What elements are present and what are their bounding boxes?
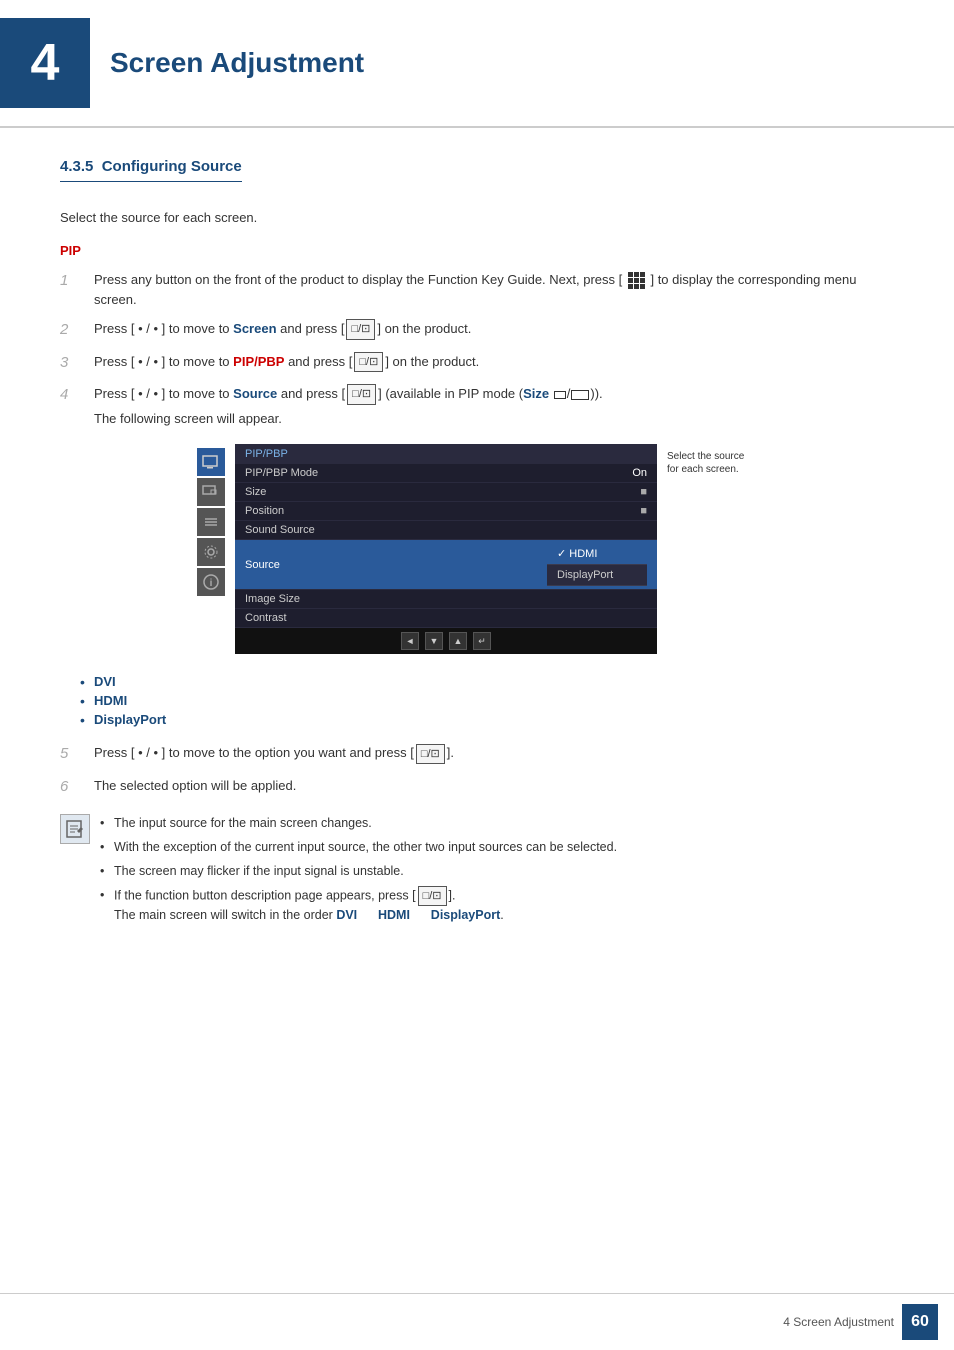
note-enter-icon: □/⊡ [418, 886, 447, 907]
nav-up: ▲ [449, 632, 467, 650]
step6-text: The selected option will be applied. [94, 776, 894, 796]
main-content: 4.3.5 Configuring Source Select the sour… [0, 128, 954, 990]
steps-list: 1 Press any button on the front of the p… [60, 270, 894, 428]
menu-bottom-bar: ◄ ▼ ▲ ↵ [235, 628, 657, 654]
step-2: 2 Press [ • / • ] to move to Screen and … [60, 319, 894, 342]
chapter-title: Screen Adjustment [110, 47, 364, 79]
note-icon [60, 814, 90, 844]
size-large-icon [571, 390, 589, 400]
nav-down: ▼ [425, 632, 443, 650]
enter-icon-4: □/⊡ [416, 744, 445, 765]
section-heading: 4.3.5 Configuring Source [60, 158, 242, 182]
menu-row-pipmode: PIP/PBP Mode On [235, 464, 657, 483]
menu-row-contrast: Contrast [235, 609, 657, 628]
menu-row-source: Source ✓ HDMI DisplayPort [235, 540, 657, 590]
pip-heading: PIP [60, 243, 894, 258]
step-5: 5 Press [ • / • ] to move to the option … [60, 743, 894, 766]
note-1: The input source for the main screen cha… [100, 814, 617, 833]
enter-icon: □/⊡ [346, 319, 375, 340]
menu-icon-lines [197, 508, 225, 536]
note-4: If the function button description page … [100, 886, 617, 925]
step-1: 1 Press any button on the front of the p… [60, 270, 894, 309]
chapter-number: 4 [0, 18, 90, 108]
option-hdmi: HDMI [80, 693, 894, 708]
svg-text:i: i [210, 578, 213, 589]
submenu-displayport: DisplayPort [547, 565, 647, 586]
menu-row-position: Position ■ [235, 502, 657, 521]
step-3: 3 Press [ • / • ] to move to PIP/PBP and… [60, 352, 894, 375]
menu-icon-monitor [197, 448, 225, 476]
step4-sub: The following screen will appear. [94, 409, 282, 429]
menu-row-sound: Sound Source [235, 521, 657, 540]
section-intro: Select the source for each screen. [60, 210, 894, 225]
note-bullets: The input source for the main screen cha… [100, 814, 617, 930]
menu-icon-pip [197, 478, 225, 506]
step-4: 4 Press [ • / • ] to move to Source and … [60, 384, 894, 428]
menu-icons-column: i [197, 448, 225, 596]
menu-row-size: Size ■ [235, 483, 657, 502]
note-3: The screen may flicker if the input sign… [100, 862, 617, 881]
enter-icon-3: □/⊡ [347, 384, 376, 405]
grid-icon [628, 272, 645, 289]
menu-callout: Select the source for each screen. [667, 450, 757, 476]
nav-enter: ↵ [473, 632, 491, 650]
menu-panel-header: PIP/PBP [235, 444, 657, 464]
chapter-header: 4 Screen Adjustment [0, 0, 954, 128]
note-section: The input source for the main screen cha… [60, 814, 894, 930]
menu-icon-info: i [197, 568, 225, 596]
submenu-hdmi: ✓ HDMI [547, 543, 647, 565]
bullet-options: DVI HDMI DisplayPort [80, 674, 894, 727]
menu-panel: PIP/PBP PIP/PBP Mode On Size ■ Position … [235, 444, 657, 654]
enter-icon-2: □/⊡ [354, 352, 383, 373]
menu-row-imagesize: Image Size [235, 590, 657, 609]
footer-chapter-text: 4 Screen Adjustment [783, 1315, 894, 1329]
footer-page-number: 60 [902, 1304, 938, 1340]
steps-list-2: 5 Press [ • / • ] to move to the option … [60, 743, 894, 798]
step-6: 6 The selected option will be applied. [60, 776, 894, 799]
nav-left: ◄ [401, 632, 419, 650]
source-submenu: ✓ HDMI DisplayPort [547, 543, 647, 586]
menu-screenshot: i PIP/PBP PIP/PBP Mode On Size ■ Positio… [197, 444, 757, 654]
footer: 4 Screen Adjustment 60 [0, 1293, 954, 1350]
note-2: With the exception of the current input … [100, 838, 617, 857]
size-small-icon [554, 391, 566, 399]
menu-icon-gear [197, 538, 225, 566]
option-dvi: DVI [80, 674, 894, 689]
option-displayport: DisplayPort [80, 712, 894, 727]
